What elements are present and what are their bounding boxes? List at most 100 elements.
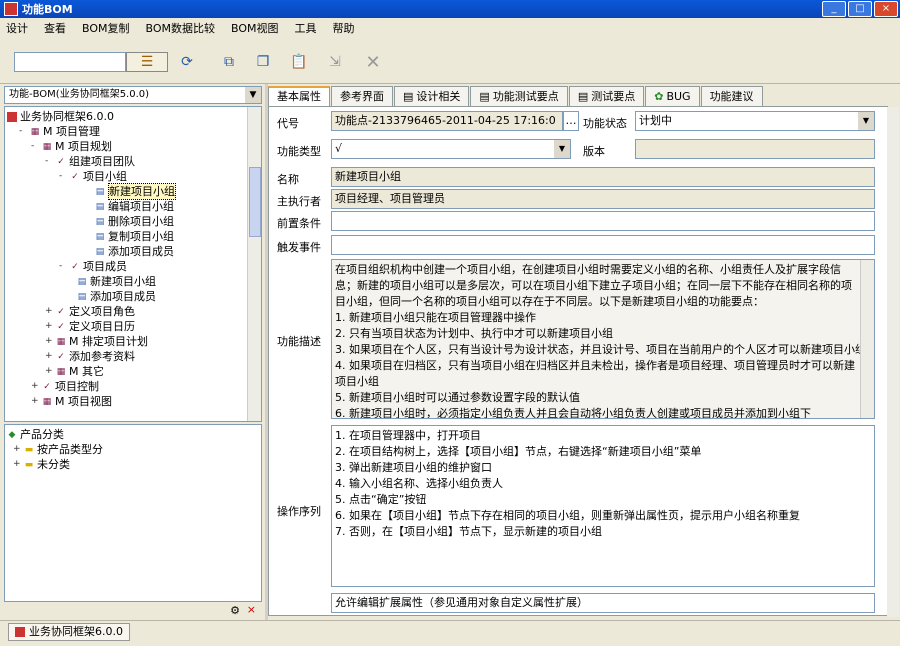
expand-icon[interactable]: +	[31, 394, 39, 409]
import-icon[interactable]: ⇲	[324, 50, 346, 74]
copy-icon[interactable]: ❐	[252, 50, 274, 74]
tab-test[interactable]: ▤ 测试要点	[568, 86, 645, 106]
tab-bug[interactable]: ✿ BUG	[645, 86, 700, 106]
menu-view[interactable]: 查看	[44, 20, 66, 36]
tree-node[interactable]: - ✓ 项目成员	[59, 259, 127, 274]
menu-bom-compare[interactable]: BOM数据比较	[146, 20, 216, 36]
tab-basic[interactable]: 基本属性	[268, 86, 330, 106]
chevron-down-icon[interactable]: ▼	[245, 87, 261, 103]
taskbar-item[interactable]: 业务协同框架6.0.0	[8, 623, 130, 641]
tree-scrollbar[interactable]	[247, 107, 261, 421]
tree-node[interactable]: ▤ 删除项目小组	[95, 214, 174, 229]
name-field[interactable]: 新建项目小组	[331, 167, 875, 187]
tab-suggestion[interactable]: 功能建议	[700, 86, 763, 106]
tab-design[interactable]: ▤ 设计相关	[394, 86, 470, 106]
chevron-down-icon[interactable]: ▼	[858, 112, 874, 130]
doc-icon: ▤	[577, 89, 589, 103]
expand-icon[interactable]: +	[45, 304, 53, 319]
collapse-icon[interactable]: -	[45, 154, 53, 169]
status-select[interactable]: 计划中 ▼	[635, 111, 875, 131]
version-field[interactable]	[635, 139, 875, 159]
check-icon: ✓	[57, 306, 65, 317]
menu-bom-copy[interactable]: BOM复制	[82, 20, 130, 36]
trigger-field[interactable]	[331, 235, 875, 255]
module-icon	[15, 627, 25, 637]
check-icon: ✓	[71, 171, 79, 182]
menu-bom-view[interactable]: BOM视图	[231, 20, 279, 36]
tab-ui-ref[interactable]: 参考界面	[331, 86, 393, 106]
menu-help[interactable]: 帮助	[333, 20, 355, 36]
ext-attr-field[interactable]: 允许编辑扩展属性（参见通用对象自定义属性扩展）	[331, 593, 875, 613]
tree-node[interactable]: ◆ 产品分类	[7, 427, 64, 442]
folder-m-icon: ▦	[56, 366, 66, 377]
collapse-icon[interactable]: -	[31, 139, 39, 154]
tree-node[interactable]: + ▬ 未分类	[13, 457, 70, 472]
form-scrollbar[interactable]	[887, 107, 899, 617]
minimize-button[interactable]: _	[822, 1, 846, 17]
menu-design[interactable]: 设计	[6, 20, 28, 36]
code-browse-button[interactable]: …	[563, 111, 579, 131]
right-pane: 基本属性 参考界面 ▤ 设计相关 ▤ 功能测试要点 ▤ 测试要点 ✿ BUG 功能建议 …	[268, 84, 900, 620]
actor-field[interactable]: 项目经理、项目管理员	[331, 189, 875, 209]
collapse-icon[interactable]: -	[59, 259, 67, 274]
expand-icon[interactable]: +	[45, 349, 53, 364]
type-label: 功能类型	[277, 145, 321, 158]
menu-tools[interactable]: 工具	[295, 20, 317, 36]
chevron-down-icon[interactable]: ▼	[554, 140, 570, 158]
delete-icon[interactable]: ✕	[362, 50, 384, 74]
bom-selector[interactable]: 功能-BOM(业务协同框架5.0.0) ▼	[4, 86, 262, 104]
tree-node[interactable]: + ▦ M 排定项目计划	[45, 334, 148, 349]
tree-node[interactable]: + ✓ 定义项目角色	[45, 304, 135, 319]
tree-node[interactable]: - ▦ M 项目规划	[31, 139, 112, 154]
search-go-button[interactable]: ☰	[126, 52, 168, 72]
tree-node[interactable]: ▤ 添加项目成员	[95, 244, 174, 259]
search-input[interactable]	[14, 52, 126, 72]
tree-node[interactable]: - ✓ 组建项目团队	[45, 154, 135, 169]
expand-icon[interactable]: +	[13, 442, 21, 457]
expand-icon[interactable]: +	[13, 457, 21, 472]
type-select[interactable]: √ ▼	[331, 139, 571, 159]
precondition-field[interactable]	[331, 211, 875, 231]
collapse-icon[interactable]: -	[59, 169, 67, 184]
name-label: 名称	[277, 173, 299, 186]
bom-selector-value: 功能-BOM(业务协同框架5.0.0)	[9, 89, 150, 100]
doc-check-icon: ▤	[95, 246, 105, 257]
paste-icon[interactable]: 📋	[288, 50, 310, 74]
tree-node[interactable]: + ▦ M 项目视图	[31, 394, 112, 409]
tree-node[interactable]: ▤ 复制项目小组	[95, 229, 174, 244]
tree-node[interactable]: + ✓ 定义项目日历	[45, 319, 135, 334]
close-icon[interactable]: ×	[247, 603, 256, 616]
doc-check-icon: ▤	[95, 201, 105, 212]
maximize-button[interactable]: □	[848, 1, 872, 17]
close-button[interactable]: ×	[874, 1, 898, 17]
desc-textarea[interactable]: 在项目组织机构中创建一个项目小组，在创建项目小组时需要定义小组的名称、小组责任人…	[331, 259, 875, 419]
tree-node[interactable]: + ✓ 项目控制	[31, 379, 99, 394]
expand-icon[interactable]: +	[31, 379, 39, 394]
expand-icon[interactable]: +	[45, 319, 53, 334]
check-icon: ✓	[57, 321, 65, 332]
doc-check-icon: ▤	[95, 231, 105, 242]
tab-func-test[interactable]: ▤ 功能测试要点	[470, 86, 568, 106]
copy-structure-icon[interactable]: ⧉	[218, 50, 240, 74]
tree-node[interactable]: + ▦ M 其它	[45, 364, 104, 379]
doc-check-icon: ▤	[95, 186, 105, 197]
tree-node-selected[interactable]: ▤ 新建项目小组	[95, 183, 176, 200]
tree-node[interactable]: 业务协同框架6.0.0	[7, 109, 114, 124]
expand-icon[interactable]: +	[45, 334, 53, 349]
tree-node[interactable]: - ▦ M 项目管理	[19, 124, 100, 139]
ops-textarea[interactable]: 1. 在项目管理器中，打开项目 2. 在项目结构树上，选择【项目小组】节点，右键…	[331, 425, 875, 587]
check-icon: ✓	[43, 381, 51, 392]
collapse-icon[interactable]: -	[19, 124, 27, 139]
code-field[interactable]: 功能点-2133796465-2011-04-25 17:16:0	[331, 111, 563, 131]
tree-node[interactable]: ▤ 编辑项目小组	[95, 199, 174, 214]
settings-icon[interactable]: ⚙	[230, 604, 240, 617]
refresh-icon[interactable]: ⟳	[176, 50, 198, 74]
tree-node[interactable]: - ✓ 项目小组	[59, 169, 127, 184]
desc-scrollbar[interactable]	[860, 260, 874, 418]
tree-node[interactable]: + ✓ 添加参考资料	[45, 349, 135, 364]
scrollbar-thumb[interactable]	[249, 167, 261, 237]
tree-node[interactable]: + ▬ 按产品类型分	[13, 442, 103, 457]
tree-node[interactable]: ▤ 添加项目成员	[77, 289, 156, 304]
expand-icon[interactable]: +	[45, 364, 53, 379]
tree-node[interactable]: ▤ 新建项目小组	[77, 274, 156, 289]
